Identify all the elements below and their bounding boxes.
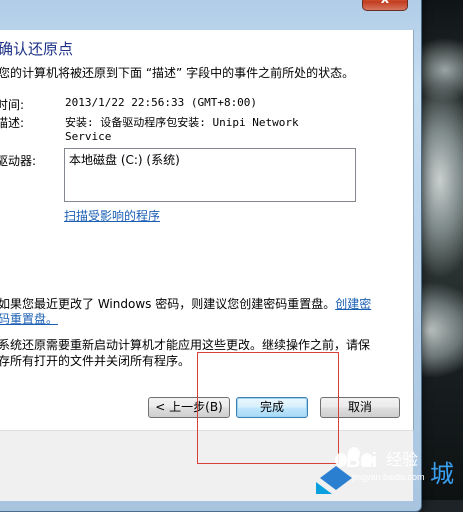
watermark-logo-text-2: 经验 [386,450,418,469]
description-value-line2: Service [65,130,112,143]
restart-warning-line1: 系统还原需要重新启动计算机才能应用这些更改。继续操作之前，请保 [0,338,371,352]
time-label: 时间: [0,98,25,112]
create-reset-disk-link[interactable]: 创建密 [335,297,371,311]
create-reset-disk-link-continued[interactable]: 码重置盘。 [0,310,58,327]
watermark-site-char: 城 [430,460,454,488]
close-button[interactable]: x [362,0,408,11]
scan-affected-programs-link[interactable]: 扫描受影响的程序 [64,207,160,224]
restart-warning-line2: 存所有打开的文件并关闭所有程序。 [0,354,191,368]
page-subtitle: 您的计算机将被还原到下面 “描述” 字段中的事件之前所处的状态。 [0,66,355,80]
drives-label: 驱动器: [0,154,37,168]
password-note-text: 如果您最近更改了 Windows 密码，则建议您创建密码重置盘。 [0,297,336,311]
watermark-url: jingyan.baidu.com [351,472,425,482]
drives-list[interactable]: 本地磁盘 (C:) (系统) [64,148,356,202]
time-value: 2013/1/22 22:56:33 (GMT+8:00) [65,96,258,109]
description-label: 描述: [0,116,25,130]
close-icon: x [381,0,389,7]
page-title: 确认还原点 [0,40,74,58]
description-value-line1: 安装: 设备驱动程序包安装: Unipi Network [65,116,299,129]
baidu-jingyan-watermark: Bai 经验 jingyan.baidu.com 城 [316,447,454,494]
watermark-logo-text: Bai [346,450,377,472]
drive-item[interactable]: 本地磁盘 (C:) (系统) [69,153,180,167]
